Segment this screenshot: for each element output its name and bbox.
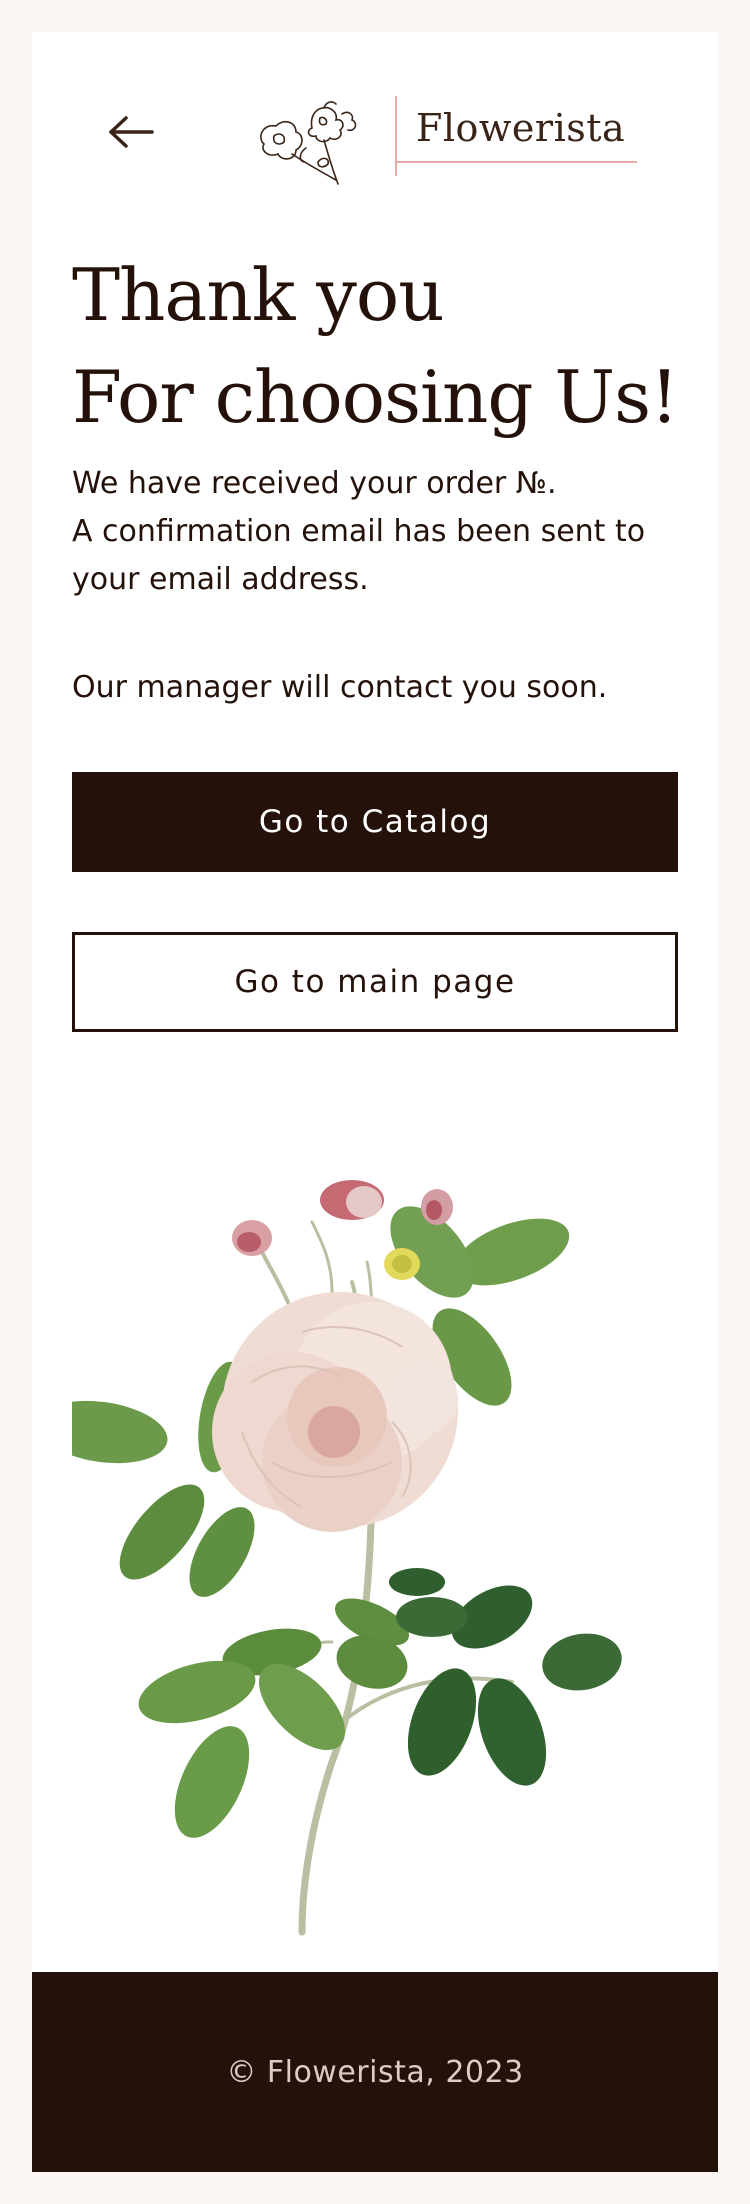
logo-divider <box>395 96 397 176</box>
confirmation-card: Flowerista Thank you For choosing Us! We… <box>32 32 718 2172</box>
manager-contact-text: Our manager will contact you soon. <box>72 670 608 705</box>
flower-sketch-icon <box>260 101 357 185</box>
rose-illustration <box>72 1180 622 1936</box>
email-sent-text: A confirmation email has been sent to yo… <box>72 514 646 597</box>
header: Flowerista <box>32 32 718 192</box>
title-line-2: For choosing Us! <box>72 355 679 439</box>
confirmation-message: We have received your order №. A confirm… <box>72 460 692 712</box>
page-title: Thank you For choosing Us! <box>72 244 692 448</box>
go-to-main-page-button[interactable]: Go to main page <box>72 932 678 1032</box>
logo[interactable]: Flowerista <box>252 88 642 188</box>
title-line-1: Thank you <box>72 253 445 337</box>
back-button[interactable] <box>108 114 154 150</box>
logo-text: Flowerista <box>416 106 626 150</box>
order-received-text: We have received your order №. <box>72 466 557 501</box>
arrow-left-icon <box>109 116 154 148</box>
go-to-catalog-button[interactable]: Go to Catalog <box>72 772 678 872</box>
footer: © Flowerista, 2023 <box>32 1972 718 2172</box>
copyright-text: © Flowerista, 2023 <box>226 2054 524 2090</box>
logo-underline <box>395 161 637 163</box>
